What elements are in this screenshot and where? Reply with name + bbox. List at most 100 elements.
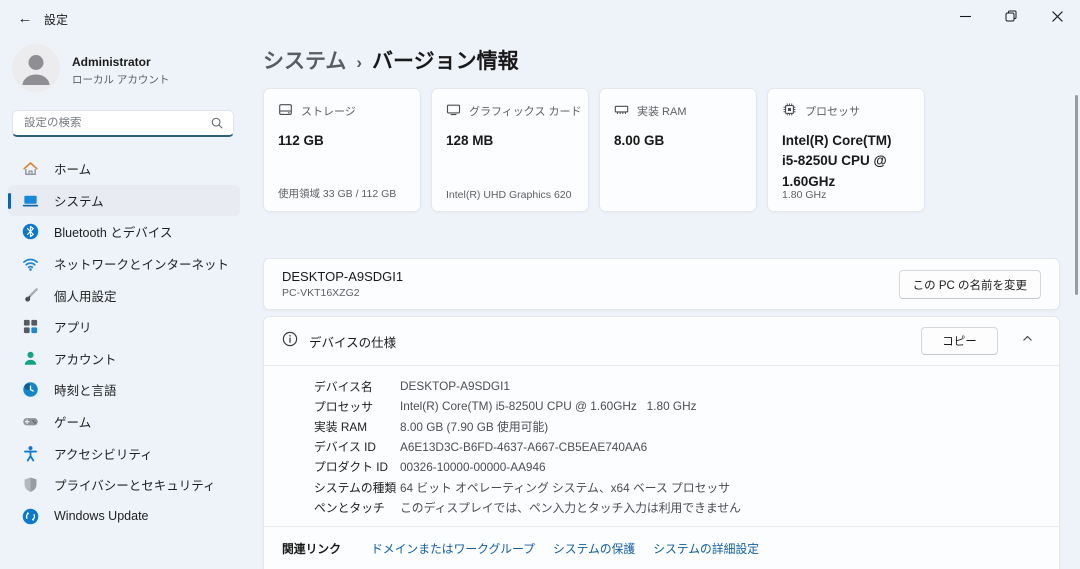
ram-card: 実装 RAM 8.00 GB [599, 88, 757, 212]
apps-icon [21, 318, 39, 335]
card-label: プロセッサ [805, 106, 860, 118]
sidebar-item-network-internet[interactable]: ネットワークとインターネット [8, 248, 240, 280]
minimize-icon [959, 9, 971, 27]
spec-label: システムの種類 [314, 480, 397, 495]
spec-label: プロセッサ [314, 399, 373, 414]
spec-value: 00326-10000-00000-AA946 [400, 459, 546, 474]
sidebar-item-accessibility[interactable]: アクセシビリティ [8, 437, 240, 469]
spec-value: 64 ビット オペレーティング システム、x64 ベース プロセッサ [400, 480, 731, 495]
minimize-button[interactable] [942, 0, 988, 35]
sidebar-item-home[interactable]: ホーム [8, 153, 240, 185]
search-input[interactable] [13, 117, 210, 129]
home-icon [21, 160, 39, 177]
sidebar-item-personalization[interactable]: 個人用設定 [8, 279, 240, 311]
sidebar-item-label: 個人用設定 [54, 289, 117, 304]
breadcrumb: システム › バージョン情報 [263, 45, 519, 75]
restore-icon [1005, 9, 1017, 27]
sidebar-item-gaming[interactable]: ゲーム [8, 406, 240, 438]
chevron-up-icon [1021, 332, 1034, 350]
sidebar-item-label: アクセシビリティ [54, 447, 153, 462]
breadcrumb-separator: › [356, 53, 363, 72]
spec-label: 実装 RAM [314, 419, 368, 434]
spec-row-processor: プロセッサ Intel(R) Core(TM) i5-8250U CPU @ 1… [314, 396, 1059, 416]
graphics-card: グラフィックス カード 128 MB Intel(R) UHD Graphics… [431, 88, 589, 212]
network-icon [21, 255, 39, 272]
device-name: DESKTOP-A9SDGI1 [282, 269, 404, 284]
settings-window: ← 設定 Administrator ローカル アカウント 設定の検索 ホーム … [0, 0, 1080, 569]
processor-icon [782, 102, 797, 120]
card-value: 112 GB [278, 133, 324, 148]
sidebar-item-accounts[interactable]: アカウント [8, 343, 240, 375]
sidebar-item-label: Bluetooth とデバイス [54, 226, 173, 241]
user-name: Administrator [72, 54, 151, 69]
copy-button[interactable]: コピー [921, 327, 998, 355]
rename-pc-button[interactable]: この PC の名前を変更 [898, 270, 1041, 299]
spec-row-device-name: デバイス名 DESKTOP-A9SDGI1 [314, 376, 1059, 396]
card-value: 128 MB [446, 133, 494, 148]
breadcrumb-system[interactable]: システム [263, 45, 346, 75]
graphics-card-icon [446, 102, 461, 120]
device-specs-header[interactable]: デバイスの仕様 コピー [264, 317, 1059, 366]
spec-row-device-id: デバイス ID A6E13D3C-B6FD-4637-A667-CB5EAE74… [314, 437, 1059, 457]
sidebar-item-privacy-security[interactable]: プライバシーとセキュリティ [8, 469, 240, 501]
sidebar-item-windows-update[interactable]: Windows Update [8, 501, 240, 533]
main-content: システム › バージョン情報 ストレージ 112 GB 使用領域 33 GB /… [263, 36, 1060, 569]
close-button[interactable] [1034, 0, 1080, 35]
spec-label: ペンとタッチ [314, 500, 385, 515]
link-advanced-system-settings[interactable]: システムの詳細設定 [653, 540, 759, 557]
device-model: PC-VKT16XZG2 [282, 287, 360, 299]
gaming-icon [21, 413, 39, 430]
collapse-chevron[interactable] [1013, 327, 1041, 355]
sidebar-item-label: ゲーム [54, 416, 92, 431]
vertical-scrollbar[interactable] [1075, 95, 1078, 295]
window-title: 設定 [44, 13, 69, 27]
device-specs-list: デバイス名 DESKTOP-A9SDGI1 プロセッサ Intel(R) Cor… [264, 366, 1059, 517]
sidebar-nav: ホーム システム Bluetooth とデバイス ネットワークとインターネット … [8, 153, 240, 532]
spec-row-pen-touch: ペンとタッチ このディスプレイでは、ペン入力とタッチ入力は利用できません [314, 497, 1059, 517]
accessibility-icon [21, 445, 39, 462]
system-icon [21, 192, 39, 209]
spec-label: デバイス ID [314, 440, 376, 455]
sidebar-item-label: ネットワークとインターネット [54, 258, 230, 273]
page-title: バージョン情報 [372, 50, 519, 73]
spec-value: このディスプレイでは、ペン入力とタッチ入力は利用できません [400, 500, 741, 515]
section-title: デバイスの仕様 [309, 335, 397, 350]
spec-row-ram: 実装 RAM 8.00 GB (7.90 GB 使用可能) [314, 416, 1059, 436]
accounts-icon [21, 350, 39, 367]
sidebar-item-system[interactable]: システム [8, 184, 240, 217]
sidebar-item-apps[interactable]: アプリ [8, 311, 240, 343]
link-domain-workgroup[interactable]: ドメインまたはワークグループ [371, 540, 535, 557]
privacy-icon [21, 476, 39, 493]
search-icon [210, 116, 224, 130]
spec-row-system-type: システムの種類 64 ビット オペレーティング システム、x64 ベース プロセ… [314, 477, 1059, 497]
spec-value: DESKTOP-A9SDGI1 [400, 379, 510, 394]
user-account-type: ローカル アカウント [72, 73, 170, 86]
device-name-banner: DESKTOP-A9SDGI1 PC-VKT16XZG2 この PC の名前を変… [263, 258, 1060, 310]
card-label: 実装 RAM [637, 106, 687, 118]
spec-value: Intel(R) Core(TM) i5-8250U CPU @ 1.60GHz… [400, 399, 697, 414]
card-value: Intel(R) Core(TM) i5-8250U CPU @ 1.60GHz [782, 133, 892, 189]
avatar [12, 44, 60, 97]
card-footer: Intel(R) UHD Graphics 620 [446, 189, 572, 201]
spec-label: プロダクト ID [314, 460, 389, 475]
device-specs-expander: デバイスの仕様 コピー デバイス名 DESKTOP-A9SDGI1 プロセッサ … [263, 316, 1060, 569]
sidebar-item-label: アプリ [54, 321, 92, 336]
selection-accent-bar [8, 192, 11, 209]
user-account[interactable]: Administrator ローカル アカウント [12, 44, 169, 97]
time-language-icon [21, 381, 39, 398]
ram-icon [614, 102, 629, 120]
storage-card: ストレージ 112 GB 使用領域 33 GB / 112 GB [263, 88, 421, 212]
card-label: ストレージ [301, 106, 356, 118]
sidebar-item-time-language[interactable]: 時刻と言語 [8, 374, 240, 406]
spec-row-product-id: プロダクト ID 00326-10000-00000-AA946 [314, 457, 1059, 477]
bluetooth-icon [21, 223, 39, 240]
card-value: 8.00 GB [614, 133, 665, 148]
restore-button[interactable] [988, 0, 1034, 35]
sidebar-item-bluetooth-devices[interactable]: Bluetooth とデバイス [8, 216, 240, 248]
spec-label: デバイス名 [314, 379, 373, 394]
back-button[interactable]: ← [12, 5, 38, 31]
link-system-protection[interactable]: システムの保護 [553, 540, 635, 557]
personalization-icon [21, 287, 39, 304]
related-links: 関連リンク ドメインまたはワークグループ システムの保護 システムの詳細設定 [264, 526, 1059, 557]
spec-value: A6E13D3C-B6FD-4637-A667-CB5EAE740AA6 [400, 439, 648, 454]
